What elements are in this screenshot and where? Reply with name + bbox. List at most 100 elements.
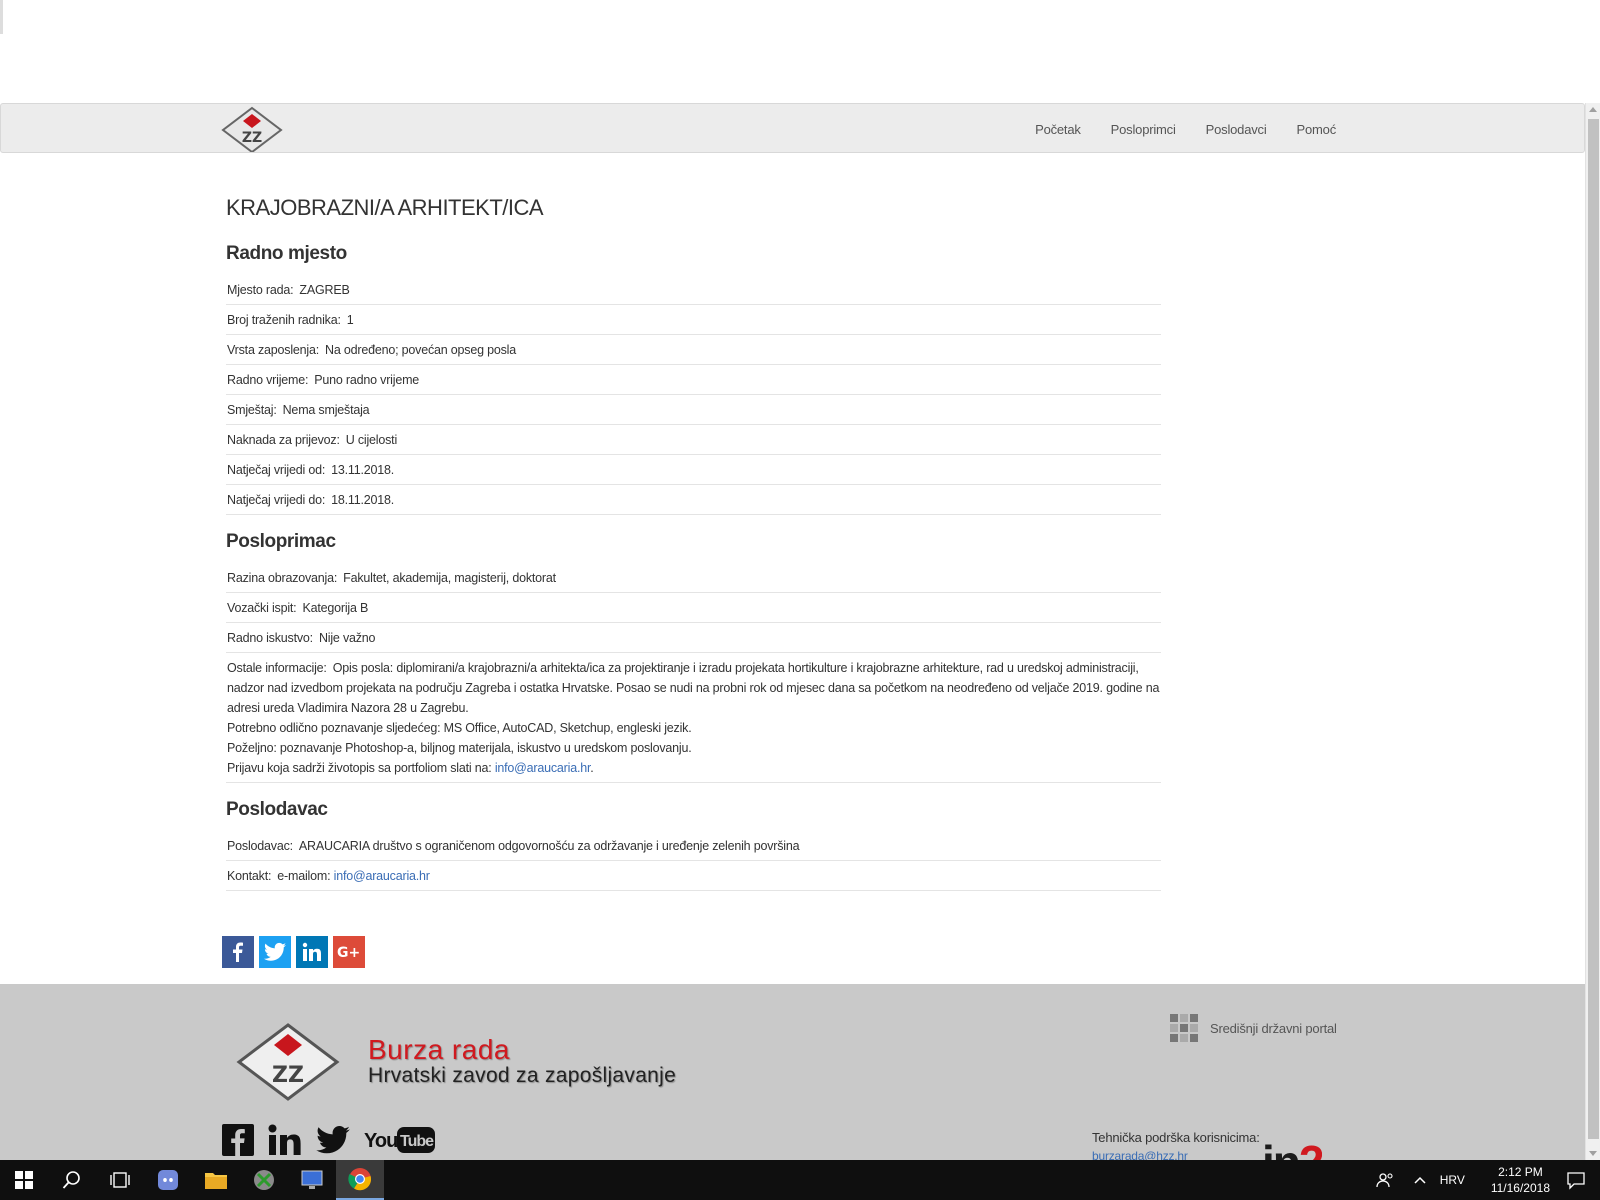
notifications-icon[interactable] (1566, 1170, 1586, 1190)
section-heading: Posloprimac (226, 531, 336, 552)
youtube-icon[interactable]: You Tube (364, 1124, 436, 1156)
linkedin-icon[interactable] (268, 1124, 302, 1156)
svg-text:G+: G+ (337, 945, 360, 961)
portal-label: Središnji državni portal (1210, 1020, 1337, 1036)
discord-taskbar-app[interactable] (144, 1160, 192, 1200)
section-employee: Posloprimac Razina obrazovanja: Fakultet,… (226, 531, 1161, 783)
section-heading: Radno mjesto (226, 243, 347, 264)
chrome-icon (348, 1168, 372, 1191)
section-heading: Poslodavac (226, 799, 328, 820)
in2-logo-2: 2 (1299, 1136, 1323, 1160)
search-button[interactable] (48, 1160, 96, 1200)
detail-label: Naknada za prijevoz: (227, 433, 340, 447)
facebook-share-icon[interactable] (222, 936, 254, 968)
people-icon[interactable] (1376, 1171, 1394, 1189)
monitor-icon (301, 1170, 323, 1189)
detail-value: Nema smještaja (282, 403, 370, 417)
other-info-requirements: Potrebno odlično poznavanje sljedećeg: M… (227, 721, 692, 735)
detail-row: Natječaj vrijedi od: 13.11.2018. (226, 455, 1161, 485)
detail-label: Kontakt: (227, 869, 272, 883)
contact-email-link[interactable]: info@araucaria.hr (334, 869, 430, 883)
scroll-down-arrow-icon[interactable] (1589, 1151, 1597, 1156)
nav-posloprimci[interactable]: Posloprimci (1111, 122, 1176, 137)
detail-row: Smještaj: Nema smještaja (226, 395, 1161, 425)
portal-grid-icon (1170, 1014, 1198, 1042)
nav-pomoc[interactable]: Pomoć (1297, 122, 1337, 137)
detail-row: Naknada za prijevoz: U cijelosti (226, 425, 1161, 455)
footer-brand: Burza rada Hrvatski zavod za zapošljavan… (368, 1034, 676, 1088)
task-view-icon (110, 1172, 130, 1188)
other-info-apply: Prijavu koja sadrži životopis sa portfol… (227, 758, 1160, 778)
detail-row: Natječaj vrijedi do: 18.11.2018. (226, 485, 1161, 515)
xbox-taskbar-app[interactable] (240, 1160, 288, 1200)
search-icon (62, 1171, 80, 1189)
clock-date: 11/16/2018 (1490, 1181, 1550, 1195)
detail-value: Nije važno (318, 631, 376, 645)
detail-label: Ostale informacije: (227, 661, 327, 675)
navbar: ZZ Početak Posloprimci Poslodavci Pomoć (0, 103, 1585, 153)
chevron-up-icon[interactable] (1412, 1172, 1428, 1188)
main-nav: Početak Posloprimci Poslodavci Pomoć (1005, 104, 1336, 154)
contact-prefix: e-mailom: (277, 869, 331, 883)
windows-logo-icon (15, 1171, 33, 1189)
detail-value: Na određeno; povećan opseg posla (325, 343, 517, 357)
detail-label: Poslodavac: (227, 839, 293, 853)
detail-value: 1 (346, 313, 354, 327)
apply-end: . (590, 761, 594, 775)
section-workplace: Radno mjesto Mjesto rada: ZAGREB Broj tra… (226, 243, 1161, 515)
job-title: KRAJOBRAZNI/A ARHITEKT/ICA (226, 195, 544, 220)
twitter-icon[interactable] (316, 1126, 350, 1154)
twitter-share-icon[interactable] (259, 936, 291, 968)
edge-mark (0, 0, 3, 34)
apply-email-link[interactable]: info@araucaria.hr (495, 761, 591, 775)
detail-label: Radno iskustvo: (227, 631, 313, 645)
detail-row: Mjesto rada: ZAGREB (226, 275, 1161, 305)
detail-row: Kontakt: e-mailom: info@araucaria.hr (226, 861, 1161, 891)
detail-label: Vrsta zaposlenja: (227, 343, 320, 357)
detail-value: 13.11.2018. (331, 463, 395, 477)
task-view-button[interactable] (96, 1160, 144, 1200)
nav-poslodavci[interactable]: Poslodavci (1206, 122, 1267, 137)
folder-icon (205, 1173, 227, 1189)
chrome-taskbar-app[interactable] (336, 1160, 384, 1200)
svg-text:ZZ: ZZ (242, 130, 262, 146)
detail-label: Broj traženih radnika: (227, 313, 341, 327)
central-portal-link[interactable]: Središnji državni portal (1170, 1014, 1337, 1042)
brand-hzz: Hrvatski zavod za zapošljavanje (368, 1064, 677, 1087)
clock[interactable]: 2:12 PM 11/16/2018 (1491, 1164, 1550, 1196)
youtube-tube-text: Tube (400, 1133, 434, 1150)
detail-row: Vrsta zaposlenja: Na određeno; povećan op… (226, 335, 1161, 365)
linkedin-share-icon[interactable] (296, 936, 328, 968)
facebook-icon[interactable] (222, 1124, 254, 1156)
detail-value: 18.11.2018. (331, 493, 395, 507)
other-info-description: Opis posla: diplomirani/a krajobrazni/a … (227, 661, 1160, 715)
scroll-up-arrow-icon[interactable] (1589, 107, 1597, 112)
nav-pocetak[interactable]: Početak (1035, 122, 1081, 137)
hzz-logo-icon[interactable]: ZZ (221, 106, 283, 152)
detail-value: Fakultet, akademija, magisterij, doktora… (343, 571, 556, 585)
tech-support: Tehnička podrška korisnicima: burzarada@… (1092, 1130, 1260, 1163)
file-explorer-taskbar-app[interactable] (192, 1160, 240, 1200)
page-scrollbar[interactable] (1585, 103, 1600, 1160)
start-button[interactable] (0, 1160, 48, 1200)
detail-row: Razina obrazovanja: Fakultet, akademija, … (226, 563, 1161, 593)
detail-value: Kategorija B (302, 601, 369, 615)
remote-desktop-taskbar-app[interactable] (288, 1160, 336, 1200)
browser-top-area (0, 0, 1600, 100)
detail-row: Broj traženih radnika: 1 (226, 305, 1161, 335)
apply-text: Prijavu koja sadrži životopis sa portfol… (227, 761, 492, 775)
detail-row: Vozački ispit: Kategorija B (226, 593, 1161, 623)
other-info-preferred: Poželjno: poznavanje Photoshop-a, biljno… (227, 741, 692, 755)
googleplus-share-icon[interactable]: G+ (333, 936, 365, 968)
detail-label: Razina obrazovanja: (227, 571, 338, 585)
section-employer: Poslodavac Poslodavac: ARAUCARIA društvo … (226, 799, 1161, 891)
detail-label: Vozački ispit: (227, 601, 297, 615)
hzz-footer-logo-icon[interactable]: ZZ (236, 1022, 340, 1102)
detail-row: Radno vrijeme: Puno radno vrijeme (226, 365, 1161, 395)
detail-label: Mjesto rada: (227, 283, 294, 297)
detail-value: ZAGREB (299, 283, 350, 297)
clock-time: 2:12 PM (1498, 1165, 1543, 1179)
scrollbar-thumb[interactable] (1588, 119, 1599, 1139)
in2-logo[interactable]: in2 (1262, 1134, 1322, 1160)
language-indicator[interactable]: HRV (1440, 1173, 1465, 1187)
